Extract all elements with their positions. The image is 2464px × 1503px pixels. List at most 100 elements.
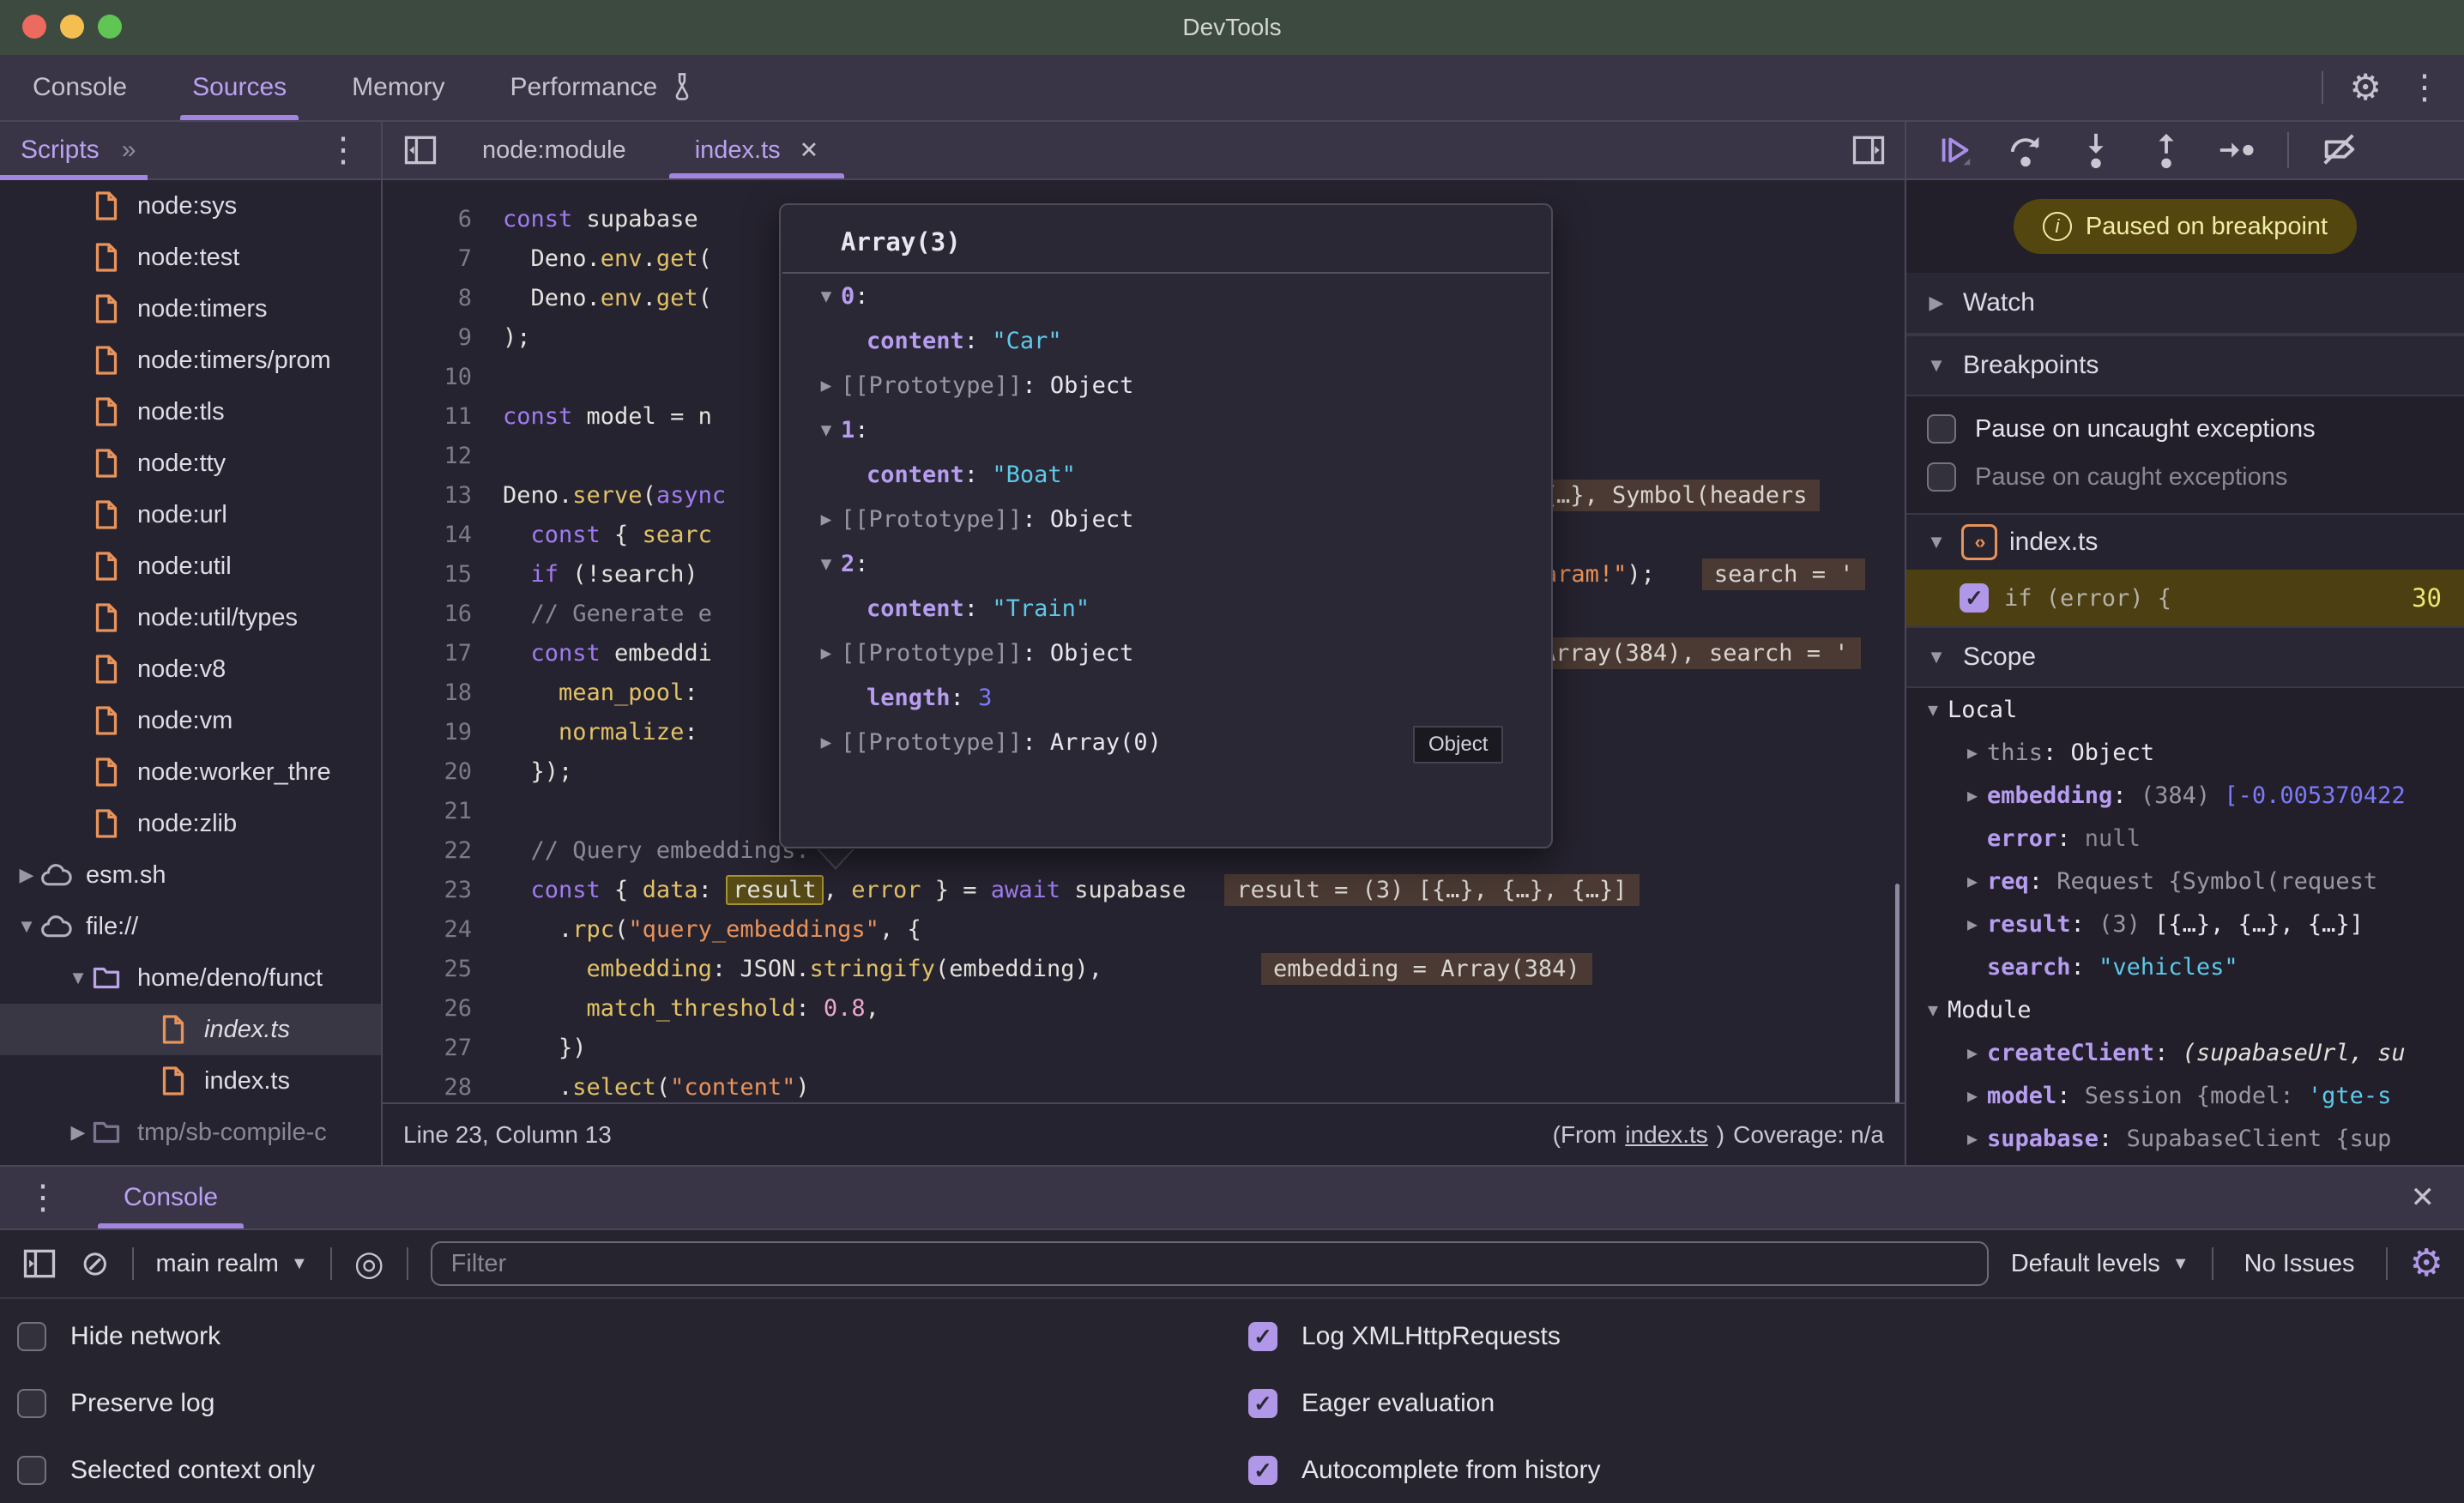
console-setting-row[interactable]: ✓Autocomplete from history — [1248, 1445, 1600, 1496]
file-tree-item[interactable]: ▶tmp/sb-compile-c — [0, 1107, 381, 1158]
settings-gear-icon[interactable]: ⚙ — [2349, 69, 2382, 106]
minimize-traffic-light[interactable] — [60, 15, 84, 39]
chevron-down-icon[interactable]: ▼ — [1918, 699, 1948, 720]
chevron-down-icon[interactable]: ▼ — [1918, 999, 1948, 1020]
step-icon[interactable] — [2217, 130, 2256, 170]
step-over-icon[interactable] — [2006, 130, 2045, 170]
more-tabs-chevron-icon[interactable]: » — [122, 136, 134, 165]
scope-variable-row[interactable]: error: null — [1906, 817, 2464, 860]
tab-close-icon[interactable]: ✕ — [800, 137, 819, 164]
chevron-right-icon[interactable]: ▶ — [812, 732, 841, 752]
file-tree-item[interactable]: node:zlib — [0, 798, 381, 849]
scope-section-row[interactable]: ▼Local — [1906, 688, 2464, 731]
line-number[interactable]: 16 — [383, 601, 503, 627]
checkbox[interactable] — [17, 1322, 46, 1351]
line-number[interactable]: 19 — [383, 719, 503, 745]
console-settings-gear-icon[interactable]: ⚙ — [2410, 1245, 2443, 1283]
breakpoint-file-group[interactable]: ▼ ‹› index.ts — [1906, 513, 2464, 570]
watch-section-header[interactable]: ▶ Watch — [1906, 273, 2464, 335]
chevron-down-icon[interactable]: ▼ — [812, 420, 841, 440]
scope-section-row[interactable]: ▼Module — [1906, 988, 2464, 1031]
drawer-tab-console[interactable]: Console — [98, 1167, 244, 1228]
file-tree-item[interactable]: node:tty — [0, 438, 381, 489]
chevron-right-icon[interactable]: ▶ — [65, 1121, 91, 1144]
chevron-down-icon[interactable]: ▼ — [812, 286, 841, 306]
file-tree-item[interactable]: node:url — [0, 489, 381, 540]
file-tree-item[interactable]: node:timers/prom — [0, 335, 381, 386]
checkbox[interactable] — [1927, 462, 1956, 492]
drawer-more-icon[interactable]: ⋮ — [26, 1180, 60, 1215]
more-options-icon[interactable]: ⋮ — [2407, 70, 2442, 105]
editor-scrollbar[interactable] — [1895, 884, 1899, 1102]
scope-variable-row[interactable]: ▶result: (3) [{…}, {…}, {…}] — [1906, 902, 2464, 945]
chevron-right-icon[interactable]: ▶ — [812, 643, 841, 663]
checkbox[interactable]: ✓ — [1248, 1322, 1277, 1351]
line-number[interactable]: 7 — [383, 245, 503, 272]
line-number[interactable]: 9 — [383, 324, 503, 351]
hide-navigator-icon[interactable] — [402, 131, 439, 169]
close-traffic-light[interactable] — [22, 15, 46, 39]
filter-input[interactable] — [431, 1241, 1989, 1286]
chevron-down-icon[interactable]: ▼ — [812, 553, 841, 574]
file-tree-item[interactable]: index.ts — [0, 1055, 381, 1107]
chevron-right-icon[interactable]: ▶ — [14, 864, 39, 886]
line-number[interactable]: 27 — [383, 1035, 503, 1061]
scripts-tab[interactable]: Scripts — [21, 136, 100, 165]
tab-sources[interactable]: Sources — [160, 55, 319, 120]
log-levels-selector[interactable]: Default levels ▼ — [2011, 1250, 2189, 1278]
chevron-right-icon[interactable]: ▶ — [1958, 914, 1987, 934]
scope-variable-row[interactable]: ▶embedding: (384) [-0.005370422 — [1906, 774, 2464, 817]
chevron-right-icon[interactable]: ▶ — [1958, 1128, 1987, 1149]
console-setting-row[interactable]: ✓Log XMLHttpRequests — [1248, 1311, 1561, 1362]
pause-uncaught-exceptions-row[interactable]: Pause on uncaught exceptions — [1906, 405, 2464, 453]
file-tree-item[interactable]: node:vm — [0, 695, 381, 746]
console-setting-row[interactable]: Hide network — [17, 1311, 220, 1362]
checkbox[interactable] — [1927, 414, 1956, 444]
file-tree-item[interactable]: index.ts — [0, 1004, 381, 1055]
line-number[interactable]: 11 — [383, 403, 503, 430]
breakpoint-entry[interactable]: ✓ if (error) { 30 — [1906, 570, 2464, 626]
file-tree-item[interactable]: node:test — [0, 232, 381, 283]
console-setting-row[interactable]: Preserve log — [17, 1378, 214, 1429]
scope-variable-row[interactable]: ▶createClient: (supabaseUrl, su — [1906, 1031, 2464, 1074]
source-link[interactable]: index.ts — [1625, 1121, 1708, 1149]
deactivate-breakpoints-icon[interactable] — [2320, 130, 2359, 170]
line-number[interactable]: 26 — [383, 995, 503, 1022]
file-tree-item[interactable]: node:worker_thre — [0, 746, 381, 798]
scope-variable-row[interactable]: search: "vehicles" — [1906, 945, 2464, 988]
issues-counter[interactable]: No Issues — [2236, 1250, 2364, 1278]
line-number[interactable]: 15 — [383, 561, 503, 588]
clear-console-icon[interactable]: ⊘ — [81, 1246, 110, 1281]
tab-performance[interactable]: Performance — [477, 55, 729, 120]
chevron-right-icon[interactable]: ▶ — [1958, 871, 1987, 891]
pause-caught-exceptions-row[interactable]: Pause on caught exceptions — [1906, 453, 2464, 501]
line-number[interactable]: 8 — [383, 285, 503, 311]
checkbox[interactable] — [17, 1456, 46, 1485]
file-tree-item[interactable]: node:util/types — [0, 592, 381, 643]
line-number[interactable]: 25 — [383, 956, 503, 982]
maximize-traffic-light[interactable] — [98, 15, 122, 39]
scope-variable-row[interactable]: ▶model: Session {model: 'gte-s — [1906, 1074, 2464, 1117]
console-setting-row[interactable]: Selected context only — [17, 1445, 315, 1496]
editor-tab-node-module[interactable]: node:module — [448, 122, 661, 178]
file-tree-item[interactable]: ▼home/deno/funct — [0, 952, 381, 1004]
step-out-icon[interactable] — [2147, 130, 2186, 170]
checkbox[interactable] — [17, 1389, 46, 1418]
file-tree-item[interactable]: ▼file:// — [0, 901, 381, 952]
file-tree-item[interactable]: ▶esm.sh — [0, 849, 381, 901]
drawer-close-icon[interactable]: ✕ — [2411, 1180, 2436, 1215]
step-into-icon[interactable] — [2076, 130, 2116, 170]
line-number[interactable]: 21 — [383, 798, 503, 824]
file-tree-item[interactable]: node:v8 — [0, 643, 381, 695]
file-tree-item[interactable]: node:util — [0, 540, 381, 592]
checkbox[interactable]: ✓ — [1248, 1456, 1277, 1485]
scope-variable-row[interactable]: ▶supabase: SupabaseClient {sup — [1906, 1117, 2464, 1160]
execution-context-selector[interactable]: main realm ▼ — [156, 1250, 308, 1278]
file-tree-item[interactable]: node:sys — [0, 180, 381, 232]
console-setting-row[interactable]: ✓Eager evaluation — [1248, 1378, 1495, 1429]
tab-console[interactable]: Console — [0, 55, 160, 120]
line-number[interactable]: 12 — [383, 443, 503, 469]
file-tree-item[interactable]: node:timers — [0, 283, 381, 335]
tab-memory[interactable]: Memory — [319, 55, 477, 120]
chevron-right-icon[interactable]: ▶ — [812, 375, 841, 395]
